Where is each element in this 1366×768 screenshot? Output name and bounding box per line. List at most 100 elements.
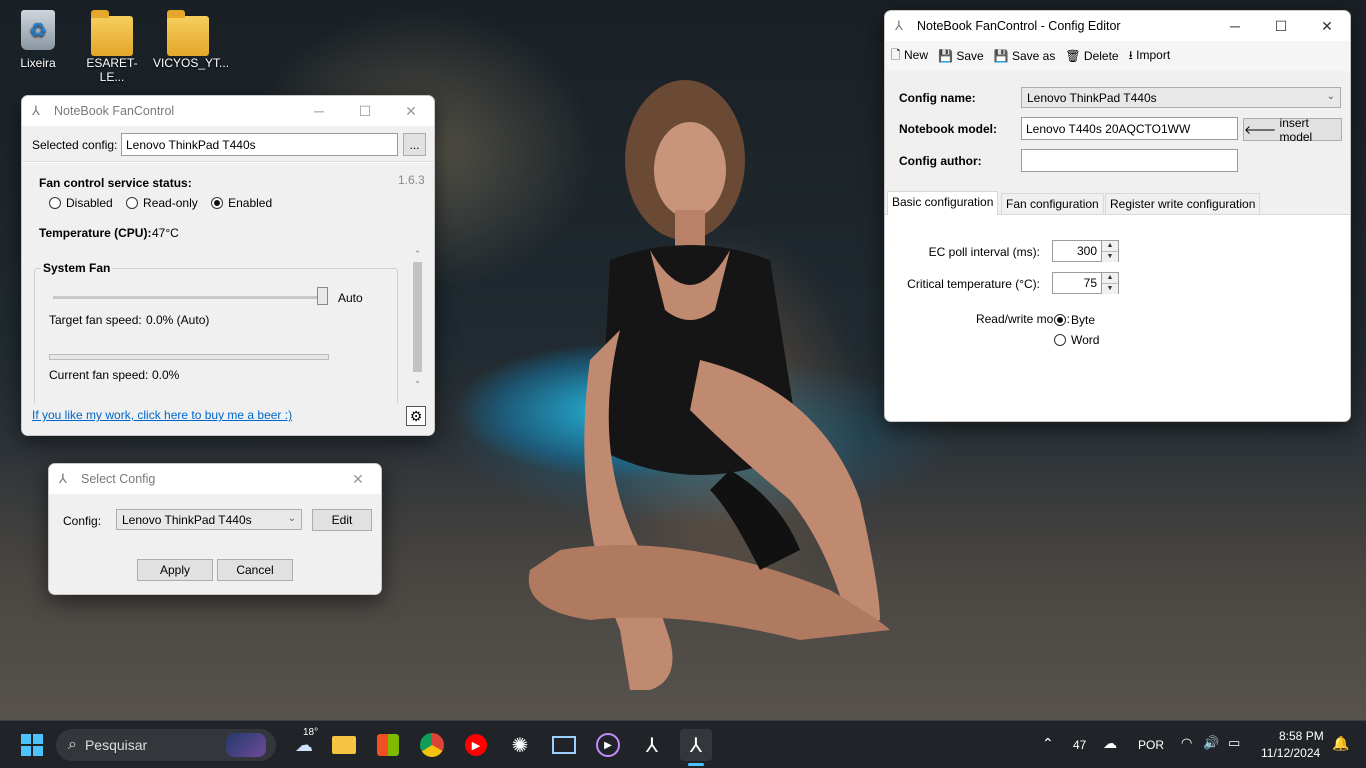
current-speed-label: Current fan speed: xyxy=(49,368,149,382)
volume-icon[interactable]: 🔊 xyxy=(1203,735,1219,751)
editor-toolbar: 🗋 New 💾 Save 💾 Save as 🗑 Delete ⭳ Import xyxy=(885,41,1350,71)
browse-config-button[interactable]: ... xyxy=(403,133,426,156)
window-title: NoteBook FanControl - Config Editor xyxy=(917,19,1121,33)
fan-app-icon: ⅄ xyxy=(895,18,903,33)
tab-basic-configuration[interactable]: Basic configuration xyxy=(887,191,999,215)
config-name-dropdown[interactable]: Lenovo ThinkPad T440s ⌄ xyxy=(1021,87,1341,108)
config-editor-window: ⅄ NoteBook FanControl - Config Editor ─ … xyxy=(884,10,1351,422)
chrome-icon[interactable] xyxy=(416,729,448,761)
ec-poll-label: EC poll interval (ms): xyxy=(928,245,1040,259)
tab-register-write-configuration[interactable]: Register write configuration xyxy=(1105,193,1261,214)
store-icon[interactable] xyxy=(372,729,404,761)
spin-up-icon[interactable]: ▲ xyxy=(1102,273,1118,283)
settings-gear-icon[interactable]: ⚙ xyxy=(406,406,426,426)
clock-date[interactable]: 11/12/2024 xyxy=(1261,746,1320,760)
cancel-button[interactable]: Cancel xyxy=(217,559,293,581)
scroll-thumb[interactable] xyxy=(413,262,422,372)
chevron-up-icon[interactable]: ⌃ xyxy=(1042,735,1054,752)
select-config-titlebar[interactable]: ⅄ Select Config ✕ xyxy=(49,464,381,494)
weather-widget[interactable]: ☁ 18° xyxy=(287,727,321,761)
close-icon[interactable]: ✕ xyxy=(388,96,434,126)
main-panel: 1.6.3 Fan control service status: Disabl… xyxy=(22,163,434,408)
version-label: 1.6.3 xyxy=(398,173,425,187)
close-icon[interactable]: ✕ xyxy=(335,464,381,494)
media-player-icon[interactable]: ▶ xyxy=(592,729,624,761)
fan-group-label: System Fan xyxy=(41,261,113,275)
main-titlebar[interactable]: ⅄ NoteBook FanControl ─ ☐ ✕ xyxy=(22,96,434,126)
notification-bell-icon[interactable]: 🔔 xyxy=(1332,735,1349,752)
critical-temp-spinner[interactable]: 75 ▲ ▼ xyxy=(1052,272,1119,294)
notebook-model-label: Notebook model: xyxy=(899,122,997,136)
temperature-value: 47°C xyxy=(152,226,179,240)
fan-slider-thumb[interactable] xyxy=(317,287,328,305)
radio-readonly[interactable]: Read-only xyxy=(126,196,198,210)
critical-temp-label: Critical temperature (°C): xyxy=(907,277,1040,291)
clock-time[interactable]: 8:58 PM xyxy=(1279,729,1324,743)
config-dropdown[interactable]: Lenovo ThinkPad T440s ⌄ xyxy=(116,509,302,530)
fan-control-icon[interactable]: ⅄ xyxy=(636,729,668,761)
chevron-down-icon: ⌄ xyxy=(1326,91,1335,102)
config-author-label: Config author: xyxy=(899,154,982,168)
maximize-icon[interactable]: ☐ xyxy=(1258,11,1304,41)
radio-word[interactable]: Word xyxy=(1054,333,1099,347)
save-button[interactable]: 💾 Save xyxy=(938,49,984,63)
battery-icon[interactable]: ▭ xyxy=(1228,735,1240,751)
apply-button[interactable]: Apply xyxy=(137,559,213,581)
save-as-button[interactable]: 💾 Save as xyxy=(994,49,1056,63)
folder-icon xyxy=(167,10,209,56)
edit-button[interactable]: Edit xyxy=(312,509,372,531)
search-icon: ⌕ xyxy=(68,736,77,753)
donate-link[interactable]: If you like my work, click here to buy m… xyxy=(32,408,292,422)
monitor-app-icon[interactable] xyxy=(548,729,580,761)
wifi-icon[interactable]: ◠ xyxy=(1181,735,1192,751)
selected-config-field[interactable] xyxy=(121,133,398,156)
search-highlight-image xyxy=(226,733,266,757)
notebook-model-field[interactable] xyxy=(1021,117,1238,140)
tray-count[interactable]: 47 xyxy=(1073,738,1086,752)
tab-fan-configuration[interactable]: Fan configuration xyxy=(1001,193,1104,214)
maximize-icon[interactable]: ☐ xyxy=(342,96,388,126)
chatgpt-icon[interactable]: ✺ xyxy=(504,729,536,761)
desktop-icon-folder-vicyos[interactable]: VICYOS_YT... xyxy=(153,10,229,70)
youtube-music-icon[interactable]: ▶ xyxy=(460,729,492,761)
editor-tabs: Basic configuration Fan configuration Re… xyxy=(885,191,1350,215)
slider-auto-label: Auto xyxy=(338,291,363,305)
scroll-up-icon[interactable]: ⌃ xyxy=(409,246,426,262)
system-fan-group: System Fan Auto Target fan speed: 0.0% (… xyxy=(34,261,398,408)
config-author-field[interactable] xyxy=(1021,149,1238,172)
scroll-down-icon[interactable]: ⌄ xyxy=(409,372,426,388)
weather-tray-icon[interactable]: ☁ xyxy=(1103,735,1117,752)
current-speed-value: 0.0% xyxy=(152,368,180,382)
wallpaper-person xyxy=(528,80,890,690)
new-button[interactable]: 🗋 New xyxy=(891,46,928,67)
start-button[interactable] xyxy=(16,729,48,761)
spin-up-icon[interactable]: ▲ xyxy=(1102,241,1118,251)
ec-poll-spinner[interactable]: 300 ▲ ▼ xyxy=(1052,240,1119,262)
arrow-left-icon: 🡐 xyxy=(1244,123,1277,137)
basic-config-panel: EC poll interval (ms): 300 ▲ ▼ Critical t… xyxy=(885,214,1350,421)
desktop-icon-label: Lixeira xyxy=(20,56,56,70)
vertical-scrollbar[interactable]: ⌃ ⌄ xyxy=(409,246,426,388)
radio-byte[interactable]: Byte xyxy=(1054,313,1095,327)
minimize-icon[interactable]: ─ xyxy=(296,96,342,126)
close-icon[interactable]: ✕ xyxy=(1304,11,1350,41)
fan-control-editor-icon[interactable]: ⅄ xyxy=(680,729,712,761)
search-box[interactable]: ⌕ Pesquisar xyxy=(56,729,276,761)
folder-icon xyxy=(91,10,133,56)
delete-button[interactable]: 🗑 Delete xyxy=(1065,49,1118,63)
file-explorer-icon[interactable] xyxy=(328,729,360,761)
desktop-icon-recycle-bin[interactable]: ♻ Lixeira xyxy=(3,10,73,70)
insert-model-button[interactable]: 🡐 insert model xyxy=(1243,116,1342,144)
spin-down-icon[interactable]: ▼ xyxy=(1102,283,1118,294)
trash-icon: 🗑 xyxy=(1065,49,1081,63)
select-config-window: ⅄ Select Config ✕ Config: Lenovo ThinkPa… xyxy=(48,463,382,595)
radio-enabled[interactable]: Enabled xyxy=(211,196,272,210)
minimize-icon[interactable]: ─ xyxy=(1212,11,1258,41)
active-indicator xyxy=(688,763,704,766)
spin-down-icon[interactable]: ▼ xyxy=(1102,251,1118,262)
desktop-icon-folder-esaret[interactable]: ESARET-LE... xyxy=(77,10,147,84)
editor-titlebar[interactable]: ⅄ NoteBook FanControl - Config Editor ─ … xyxy=(885,11,1350,41)
import-button[interactable]: ⭳ Import xyxy=(1129,46,1171,67)
language-indicator[interactable]: POR xyxy=(1138,738,1164,752)
radio-disabled[interactable]: Disabled xyxy=(49,196,113,210)
